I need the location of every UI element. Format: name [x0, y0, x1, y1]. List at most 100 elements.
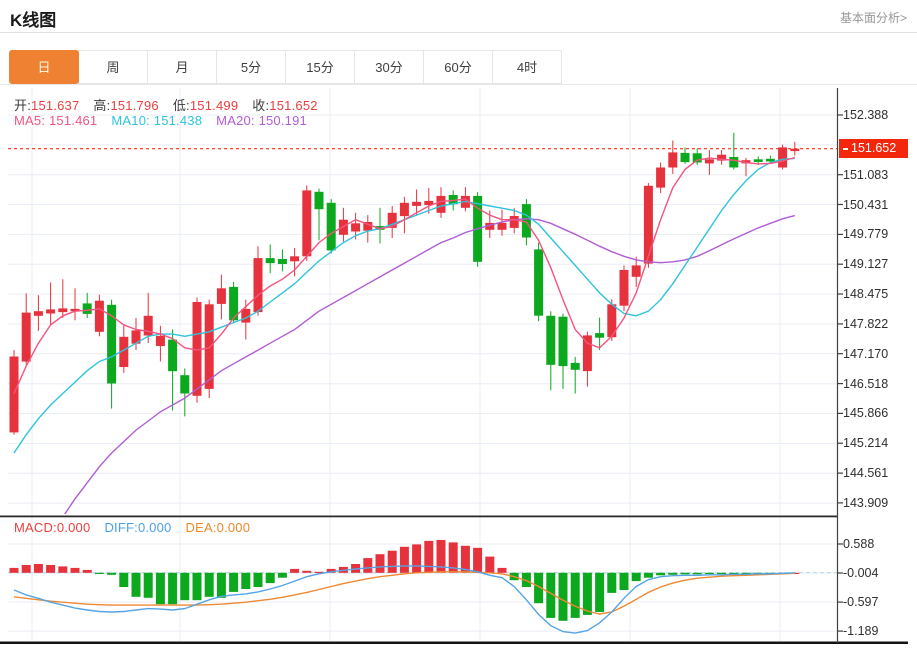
candle — [33, 295, 43, 331]
candle-body — [351, 223, 361, 232]
macd-bar — [70, 567, 80, 573]
macd-bar — [9, 567, 19, 573]
candle-body — [778, 147, 788, 168]
legend-label: MA10: — [111, 113, 154, 128]
legend-item: MA10: 151.438 — [111, 113, 202, 128]
macd-bar — [290, 568, 300, 573]
price-tick-label: 149.779 — [843, 227, 889, 241]
macd-bar — [680, 572, 690, 575]
candle — [21, 293, 31, 365]
candle — [619, 265, 629, 312]
legend-label: 开: — [14, 98, 32, 113]
candle-body — [21, 312, 31, 362]
legend-item: MACD:0.000 — [14, 520, 90, 535]
price-tick-label: 147.822 — [843, 317, 889, 331]
legend-value: 0.000 — [56, 520, 91, 535]
macd-bar — [619, 572, 629, 590]
legend-item: MA20: 150.191 — [216, 113, 307, 128]
macd-histogram-layer — [9, 540, 800, 621]
interval-tab-1[interactable]: 日 — [9, 50, 79, 84]
diff-line — [13, 565, 795, 634]
price-tick-label: 150.431 — [843, 198, 889, 212]
candle — [399, 196, 409, 234]
price-tick-label: 148.475 — [843, 287, 889, 301]
candle — [253, 246, 263, 316]
legend-label: MA20: — [216, 113, 259, 128]
candle-body — [216, 288, 226, 304]
candle — [58, 279, 68, 318]
legend-value: 151.652 — [269, 98, 318, 113]
legend-label: MACD: — [14, 520, 57, 535]
price-tick-label: 145.214 — [843, 436, 889, 450]
legend-item: 开:151.637 — [14, 98, 79, 113]
candle — [314, 188, 324, 241]
candle — [46, 282, 56, 325]
candle-body — [412, 201, 422, 206]
candle-body — [204, 304, 214, 389]
macd-bar — [412, 544, 422, 573]
macd-bar — [668, 572, 678, 575]
candle-body — [643, 185, 653, 264]
macd-bar — [119, 572, 129, 587]
macd-bar — [436, 540, 446, 573]
candle-body — [314, 191, 324, 210]
macd-bar — [497, 567, 507, 573]
candle — [607, 299, 617, 341]
candle — [70, 288, 80, 321]
candle-body — [253, 258, 263, 313]
candle-body — [534, 249, 544, 316]
candle — [668, 140, 678, 174]
candle-body — [94, 300, 104, 332]
candle-body — [570, 362, 580, 370]
macd-tick-label: -1.189 — [843, 624, 879, 638]
candle-body — [497, 222, 507, 230]
macd-tick-label: -0.004 — [843, 566, 879, 580]
legend-value: 151.438 — [153, 113, 203, 128]
legend-value: 0.000 — [137, 520, 172, 535]
candle-body — [558, 316, 568, 367]
macd-bar — [253, 572, 263, 587]
macd-bar — [21, 565, 31, 573]
legend-value: 151.637 — [31, 98, 80, 113]
macd-bar — [168, 572, 178, 605]
candle-body — [704, 159, 714, 164]
legend-label: DEA: — [185, 520, 217, 535]
legend-value: 150.191 — [258, 113, 307, 128]
macd-bar — [204, 572, 214, 597]
candle — [387, 206, 397, 238]
macd-bar — [82, 569, 92, 573]
candle-body — [155, 335, 165, 346]
macd-tick-label: 0.588 — [843, 537, 875, 551]
macd-bar — [107, 572, 117, 575]
candle-body — [58, 308, 68, 313]
candle-body — [631, 265, 641, 277]
candle-body — [692, 153, 702, 163]
candle-body — [302, 190, 312, 257]
candle-body — [656, 167, 666, 188]
candle — [82, 292, 92, 318]
legend-value: 151.796 — [110, 98, 159, 113]
macd-bar — [302, 570, 312, 573]
candle — [94, 294, 104, 337]
candle-body — [180, 375, 190, 394]
candle — [680, 147, 690, 164]
macd-bar — [33, 564, 43, 573]
legend-label: 低: — [172, 98, 190, 113]
grid-layer — [8, 88, 837, 641]
ma20-line — [64, 214, 795, 514]
legend-item: DEA:0.000 — [185, 520, 250, 535]
candle-body — [729, 157, 739, 168]
candle — [155, 325, 165, 362]
candle — [741, 157, 751, 177]
candle-body — [277, 259, 287, 264]
candle — [277, 249, 287, 272]
candle-body — [595, 333, 605, 338]
legend-item: 低:151.499 — [173, 98, 238, 113]
candle — [229, 281, 239, 323]
tick-dash-icon — [843, 147, 848, 150]
candle — [534, 242, 544, 322]
price-tick-label: 152.388 — [843, 108, 889, 122]
macd-bar — [143, 572, 153, 598]
macd-tick-label: -0.597 — [843, 595, 879, 609]
legend-item: 收:151.652 — [252, 98, 317, 113]
